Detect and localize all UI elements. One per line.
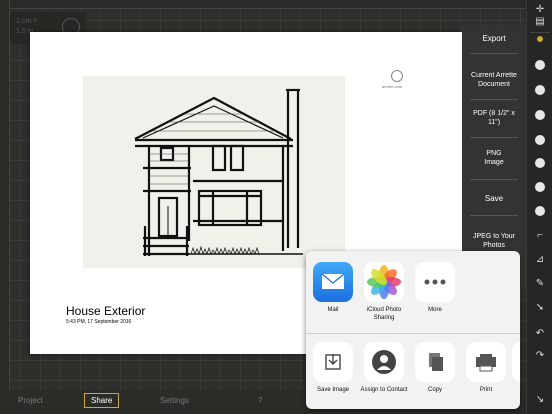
tab-project[interactable]: Project (18, 396, 43, 405)
brush-size-2-icon[interactable] (535, 85, 545, 95)
toolbar-divider (530, 32, 550, 33)
brush-size-4-icon[interactable] (535, 135, 545, 145)
document-timestamp: 5:43 PM, 17 September 2016 (66, 319, 132, 325)
export-header: Export (482, 34, 506, 43)
export-panel: Export Current Arrette Document PDF (8 1… (462, 25, 526, 289)
house-sketch (83, 76, 345, 268)
share-app-icloud-photos[interactable]: iCloud Photo Sharing (358, 262, 410, 322)
house-drawing-icon (134, 88, 303, 256)
arrette-logo-icon (391, 70, 403, 82)
right-toolbar: ✛ ▤ ⌐ ⊿ ✎ ➘ ↶ ↷ ↘ (526, 0, 552, 414)
copy-icon (415, 342, 455, 382)
contact-icon (364, 342, 404, 382)
share-app-mail[interactable]: Mail (307, 262, 359, 314)
save-image-icon (313, 342, 353, 382)
export-divider (470, 137, 518, 138)
left-ruler (0, 0, 10, 414)
document-title: House Exterior (66, 304, 146, 318)
grid-tool-icon[interactable]: ✛ (533, 4, 547, 16)
export-divider (470, 53, 518, 54)
collapse-arrow-icon[interactable]: ↘ (533, 394, 547, 406)
export-pdf[interactable]: PDF (8 1/2" x 11") (462, 109, 526, 127)
mail-icon (313, 262, 353, 302)
brush-size-6-icon[interactable] (535, 182, 545, 192)
share-app-more[interactable]: More (409, 262, 461, 314)
share-action-label: Assign to Contact (360, 387, 408, 393)
share-action-label: Print (479, 387, 493, 393)
export-current-document[interactable]: Current Arrette Document (462, 71, 526, 89)
share-action-print[interactable]: Print (460, 342, 512, 394)
redo-icon[interactable]: ↷ (533, 350, 547, 362)
export-jpeg-photos[interactable]: JPEG to Your Photos (462, 232, 526, 250)
share-action-copy[interactable]: Copy (409, 342, 461, 394)
share-action-save-image[interactable]: Save Image (307, 342, 359, 394)
share-action-assign-contact[interactable]: Assign to Contact (358, 342, 410, 394)
brush-size-3-icon[interactable] (535, 110, 545, 120)
tab-help[interactable]: ? (258, 396, 262, 405)
scale-line-1: 1 cm = (16, 18, 38, 25)
arrette-url: arrette.com (382, 84, 403, 89)
share-sheet: Mail iCloud Photo Sharing More Save Imag… (306, 251, 520, 409)
share-action-next-partial[interactable] (512, 342, 520, 382)
top-ruler (0, 0, 525, 9)
undo-icon[interactable]: ↶ (533, 328, 547, 340)
brush-size-7-icon[interactable] (535, 206, 545, 216)
lasso-tool-icon[interactable]: ➘ (533, 302, 547, 314)
brush-size-5-icon[interactable] (535, 158, 545, 168)
share-divider (306, 333, 520, 334)
export-divider (470, 99, 518, 100)
more-icon (415, 262, 455, 302)
brush-size-1-icon[interactable] (535, 60, 545, 70)
eraser-tool-icon[interactable]: ⌐ (533, 230, 547, 242)
tab-settings[interactable]: Settings (160, 396, 189, 405)
selected-brush-icon[interactable] (537, 36, 543, 42)
photos-icon (364, 262, 404, 302)
share-app-label: Mail (327, 307, 339, 313)
share-action-label: Save Image (316, 387, 350, 393)
export-png[interactable]: PNG Image (462, 149, 526, 167)
export-save[interactable]: Save (462, 194, 526, 203)
tab-share[interactable]: Share (84, 393, 120, 408)
layers-icon[interactable]: ▤ (533, 16, 547, 28)
next-action-icon (512, 342, 520, 382)
share-action-label: Copy (427, 387, 442, 393)
export-divider (470, 179, 518, 180)
export-divider (470, 215, 518, 216)
pen-tool-icon[interactable]: ✎ (533, 278, 547, 290)
share-app-label: iCloud Photo Sharing (366, 307, 402, 321)
ruler-tool-icon[interactable]: ⊿ (533, 254, 547, 266)
share-app-label: More (428, 307, 442, 313)
print-icon (466, 342, 506, 382)
